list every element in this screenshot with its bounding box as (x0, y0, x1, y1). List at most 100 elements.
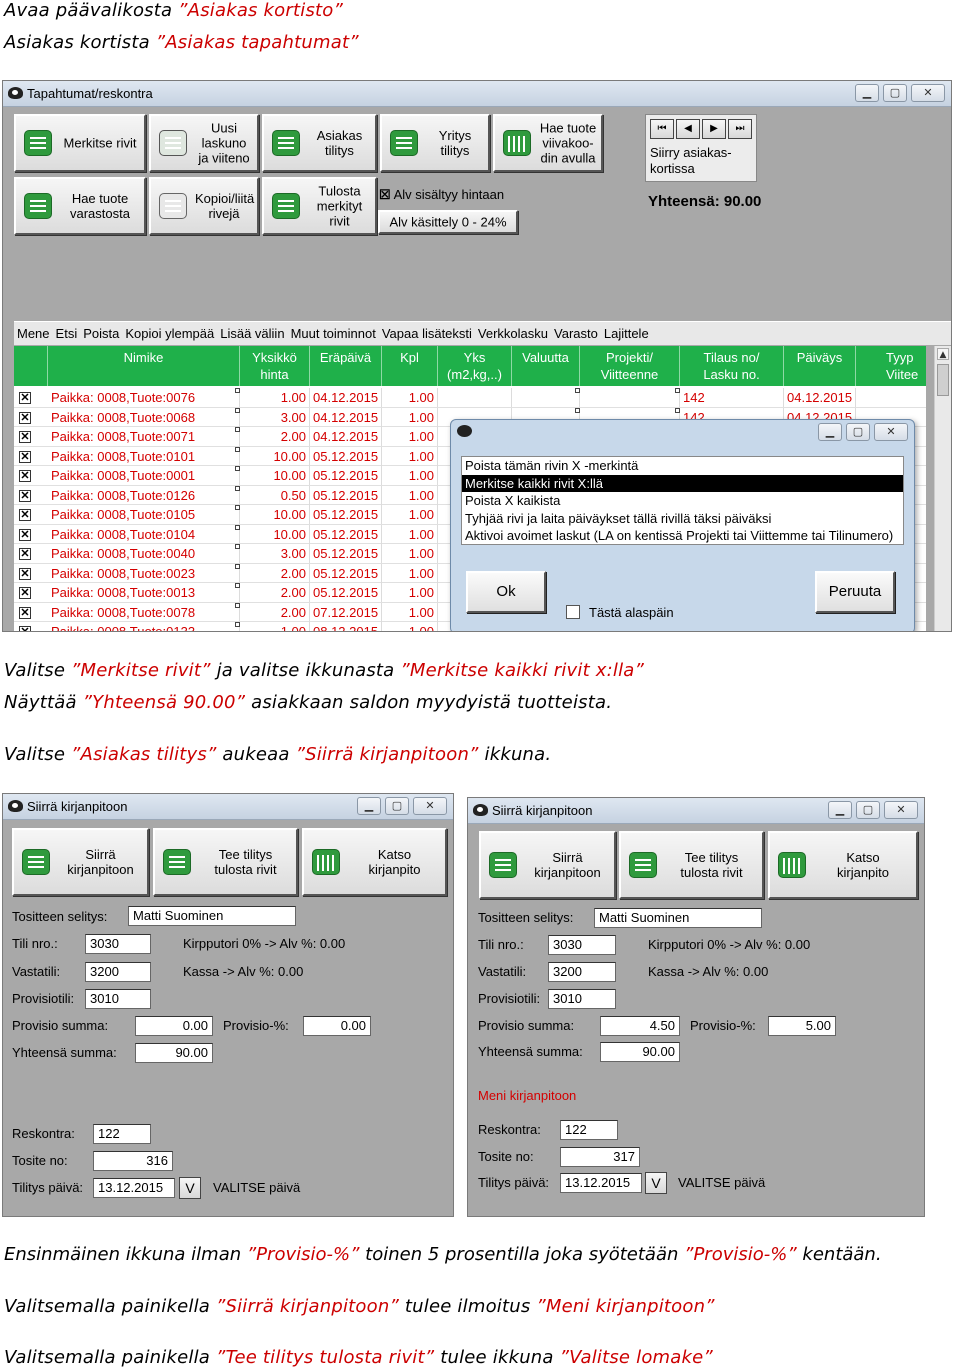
scroll-thumb[interactable] (937, 364, 949, 396)
dropdown-marker-icon[interactable] (675, 407, 680, 413)
cell-nimike[interactable]: Paikka: 0008,Tuote:0076 (48, 388, 240, 407)
option-poista-x-kaikista[interactable]: Poista X kaikista (462, 492, 903, 510)
minimize-button[interactable]: ▁ (828, 801, 852, 819)
cell-kpl[interactable]: 1.00 (382, 388, 438, 407)
row-checkmark-icon[interactable]: ✕ (19, 606, 31, 619)
cell-kpl[interactable]: 1.00 (382, 602, 438, 622)
dropdown-marker-icon[interactable] (675, 388, 680, 393)
cell-kpl[interactable]: 1.00 (382, 466, 438, 485)
siirra-kirjanpitoon-button[interactable]: Siirrä kirjanpitoon (12, 828, 149, 896)
menu-etsi[interactable]: Etsi (56, 326, 78, 341)
cell-projekti[interactable] (580, 388, 680, 407)
hae-varastosta-button[interactable]: Hae tuote varastosta (14, 177, 146, 235)
cell-erapaiva[interactable]: 05.12.2015 (310, 505, 382, 524)
previous-record-icon[interactable]: ◀ (676, 119, 700, 139)
yhteensa-summa-input[interactable]: 90.00 (600, 1042, 680, 1062)
kopioi-liita-button[interactable]: Kopioi/liitä rivejä (149, 177, 259, 235)
sub1-titlebar[interactable]: Siirrä kirjanpitoon ▁ ▢ ✕ (3, 794, 453, 820)
first-record-icon[interactable]: ⏮ (650, 119, 674, 139)
cell-kpl[interactable]: 1.00 (382, 427, 438, 446)
menu-varasto[interactable]: Varasto (554, 326, 598, 341)
cell-hinta[interactable]: 3.00 (240, 407, 310, 427)
cell-paivays[interactable]: 04.12.2015 (784, 388, 856, 407)
provisio-pct-input[interactable]: 0.00 (303, 1016, 371, 1036)
dropdown-marker-icon[interactable] (235, 388, 240, 393)
table-row[interactable]: ✕ Paikka: 0008,Tuote:0076 1.00 04.12.2015 1.… (14, 388, 926, 408)
row-checkmark-icon[interactable]: ✕ (19, 489, 31, 502)
cell-kpl[interactable]: 1.00 (382, 407, 438, 427)
cell-nimike[interactable]: Paikka: 0008,Tuote:0068 (48, 407, 240, 427)
col-erapaiva[interactable]: Eräpäivä (310, 346, 382, 386)
cell-nimike[interactable]: Paikka: 0008,Tuote:0078 (48, 602, 240, 622)
tositteen-selitys-input[interactable]: Matti Suominen (594, 908, 762, 928)
tee-tilitys-button[interactable]: Tee tilitys tulosta rivit (619, 831, 764, 899)
cell-erapaiva[interactable]: 05.12.2015 (310, 583, 382, 602)
tilitys-paiva-input[interactable]: 13.12.2015 (93, 1178, 175, 1198)
menu-kopioi-ylempaa[interactable]: Kopioi ylempää (125, 326, 214, 341)
cell-hinta[interactable]: 10.00 (240, 466, 310, 485)
katso-kirjanpito-button[interactable]: Katso kirjanpito (302, 828, 447, 896)
cell-hinta[interactable]: 3.00 (240, 544, 310, 563)
row-checkmark-icon[interactable]: ✕ (19, 528, 31, 541)
dropdown-marker-icon[interactable] (235, 407, 240, 413)
cell-hinta[interactable]: 2.00 (240, 602, 310, 622)
dropdown-marker-icon[interactable] (235, 427, 240, 432)
dropdown-marker-icon[interactable] (235, 485, 240, 491)
close-button[interactable]: ✕ (413, 797, 447, 815)
reskontra-input[interactable]: 122 (560, 1120, 618, 1140)
cell-nimike[interactable]: Paikka: 0008,Tuote:0104 (48, 524, 240, 544)
cell-lasku[interactable]: 142 (680, 388, 784, 407)
dialog-close-button[interactable]: ✕ (874, 423, 908, 441)
cell-hinta[interactable]: 10.00 (240, 446, 310, 466)
cell-nimike[interactable]: Paikka: 0008,Tuote:0105 (48, 505, 240, 524)
tulosta-merkityt-button[interactable]: Tulosta merkityt rivit (262, 177, 377, 235)
cell-tyyppi[interactable] (856, 388, 926, 407)
cell-nimike[interactable]: Paikka: 0008,Tuote:0023 (48, 563, 240, 583)
cell-yks[interactable] (438, 388, 512, 407)
dialog-maximize-button[interactable]: ▢ (846, 423, 870, 441)
cell-hinta[interactable]: 10.00 (240, 524, 310, 544)
row-checkmark-icon[interactable]: ✕ (19, 470, 31, 482)
cell-nimike[interactable]: Paikka: 0008,Tuote:0126 (48, 485, 240, 505)
dropdown-marker-icon[interactable] (235, 544, 240, 549)
menu-poista[interactable]: Poista (83, 326, 119, 341)
alv-kasittely-button[interactable]: Alv käsittely 0 - 24% (378, 210, 518, 234)
tilitys-paiva-input[interactable]: 13.12.2015 (560, 1173, 642, 1193)
option-aktivoi-avoimet[interactable]: Aktivoi avoimet laskut (LA on kentissä P… (462, 527, 903, 545)
cell-hinta[interactable]: 10.00 (240, 505, 310, 524)
cell-erapaiva[interactable]: 05.12.2015 (310, 466, 382, 485)
cell-kpl[interactable]: 1.00 (382, 505, 438, 524)
siirry-asiakaskortissa-link[interactable]: Siirry asiakas- kortissa (650, 145, 732, 177)
cell-erapaiva[interactable]: 07.12.2015 (310, 602, 382, 622)
row-checkmark-icon[interactable]: ✕ (19, 431, 31, 443)
cell-erapaiva[interactable]: 05.12.2015 (310, 446, 382, 466)
col-yks[interactable]: Yks (m2,kg,..) (438, 346, 512, 386)
dropdown-marker-icon[interactable] (235, 583, 240, 588)
dropdown-marker-icon[interactable] (575, 407, 580, 413)
option-merkitse-kaikki[interactable]: Merkitse kaikki rivit X:llä (462, 474, 903, 492)
cell-hinta[interactable]: 1.00 (240, 622, 310, 631)
vastatili-input[interactable]: 3200 (548, 962, 616, 982)
dropdown-marker-icon[interactable] (235, 446, 240, 452)
provisiotili-input[interactable]: 3010 (85, 989, 151, 1009)
cell-valuutta[interactable] (512, 388, 580, 407)
cell-hinta[interactable]: 1.00 (240, 388, 310, 407)
menu-lajittele[interactable]: Lajittele (604, 326, 649, 341)
maximize-button[interactable]: ▢ (883, 84, 907, 102)
cell-nimike[interactable]: Paikka: 0008,Tuote:0040 (48, 544, 240, 563)
minimize-button[interactable]: ▁ (855, 84, 879, 102)
dialog-minimize-button[interactable]: ▁ (818, 423, 842, 441)
tosite-input[interactable]: 317 (560, 1147, 640, 1167)
tili-input[interactable]: 3030 (548, 935, 616, 955)
col-tyyppi[interactable]: Tyyp Viitee (856, 346, 926, 386)
provisio-summa-input[interactable]: 4.50 (600, 1016, 680, 1036)
cell-kpl[interactable]: 1.00 (382, 485, 438, 505)
col-nimike[interactable]: Nimike (48, 346, 240, 386)
tasta-alaspain-checkbox[interactable] (566, 605, 580, 619)
row-checkmark-icon[interactable]: ✕ (19, 392, 31, 404)
cell-erapaiva[interactable]: 04.12.2015 (310, 427, 382, 446)
provisiotili-input[interactable]: 3010 (548, 989, 616, 1009)
dropdown-marker-icon[interactable] (235, 602, 240, 608)
cell-erapaiva[interactable]: 04.12.2015 (310, 407, 382, 427)
cell-kpl[interactable]: 1.00 (382, 524, 438, 544)
